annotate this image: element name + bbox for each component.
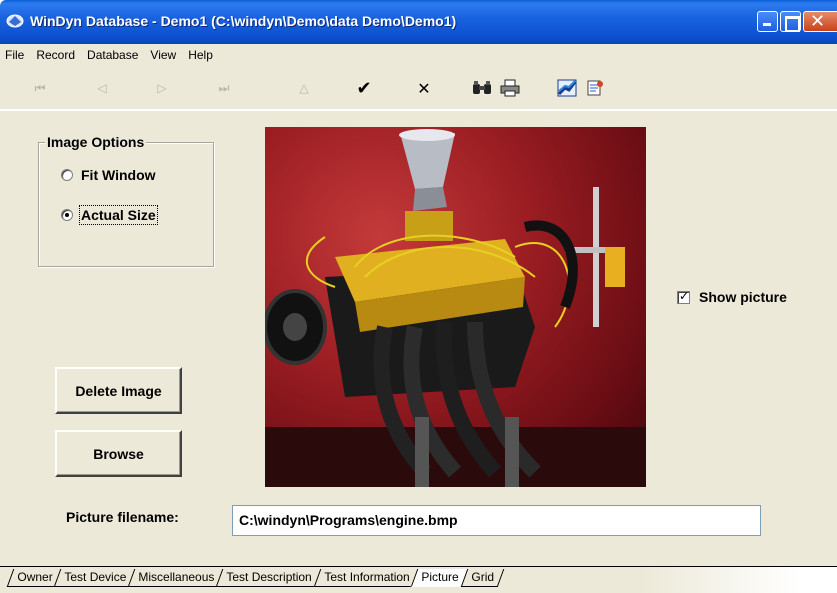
- next-record-icon[interactable]: ▷: [150, 76, 174, 100]
- tab-test-description-label: Test Description: [226, 570, 313, 584]
- minimize-button[interactable]: [757, 11, 778, 32]
- image-options-legend: Image Options: [45, 134, 147, 150]
- picture-filename-input[interactable]: C:\windyn\Programs\engine.bmp: [232, 505, 761, 536]
- menu-database[interactable]: Database: [87, 48, 138, 62]
- tab-grid[interactable]: Grid: [460, 569, 504, 587]
- app-icon: [6, 14, 24, 28]
- picture-panel: Image Options Fit Window Actual Size ✓ S…: [0, 111, 837, 566]
- close-icon: ✕: [810, 11, 826, 32]
- menu-view[interactable]: View: [150, 48, 176, 62]
- close-button[interactable]: ✕: [803, 11, 837, 32]
- find-binoculars-icon[interactable]: [470, 76, 494, 100]
- tab-miscellaneous-label: Miscellaneous: [138, 570, 215, 584]
- actual-size-label: Actual Size: [79, 205, 158, 225]
- toolbar: ⏮ ◁ ▷ ⏭ △ ✔ ✕: [0, 66, 837, 110]
- menu-help[interactable]: Help: [188, 48, 213, 62]
- tab-test-information[interactable]: Test Information: [313, 569, 419, 587]
- delete-image-button[interactable]: Delete Image: [55, 367, 182, 414]
- cancel-x-icon[interactable]: ✕: [412, 76, 436, 100]
- engine-image: [265, 129, 646, 487]
- window-title: WinDyn Database - Demo1 (C:\windyn\Demo\…: [30, 13, 457, 29]
- maximize-button[interactable]: [780, 11, 801, 32]
- tab-strip: Owner Test Device Miscellaneous Test Des…: [0, 566, 837, 593]
- tab-picture[interactable]: Picture: [410, 569, 468, 587]
- show-picture-option[interactable]: ✓ Show picture: [677, 289, 787, 305]
- picture-filename-label: Picture filename:: [66, 509, 179, 525]
- print-icon[interactable]: [498, 76, 522, 100]
- tab-test-device-label: Test Device: [64, 570, 127, 584]
- fit-window-option[interactable]: Fit Window: [61, 167, 156, 183]
- actual-size-radio[interactable]: [61, 209, 73, 221]
- browse-button[interactable]: Browse: [55, 430, 182, 477]
- show-picture-checkbox[interactable]: ✓: [677, 288, 690, 304]
- last-record-icon[interactable]: ⏭: [212, 76, 236, 100]
- title-bar[interactable]: WinDyn Database - Demo1 (C:\windyn\Demo\…: [0, 0, 837, 44]
- menu-bar: File Record Database View Help: [0, 44, 837, 66]
- menu-record[interactable]: Record: [36, 48, 75, 62]
- tab-picture-label: Picture: [421, 570, 459, 584]
- actual-size-option[interactable]: Actual Size: [61, 205, 158, 225]
- tab-miscellaneous[interactable]: Miscellaneous: [128, 569, 224, 587]
- first-record-icon[interactable]: ⏮: [28, 76, 52, 100]
- fit-window-radio[interactable]: [61, 169, 73, 181]
- confirm-check-icon[interactable]: ✔: [352, 76, 376, 100]
- fit-window-label: Fit Window: [81, 167, 156, 183]
- tab-owner-label: Owner: [17, 570, 53, 584]
- show-picture-label: Show picture: [699, 289, 787, 305]
- up-icon[interactable]: △: [292, 76, 316, 100]
- menu-file[interactable]: File: [5, 48, 24, 62]
- tab-test-information-label: Test Information: [324, 570, 410, 584]
- report-icon[interactable]: [583, 76, 607, 100]
- chart-icon[interactable]: [555, 76, 579, 100]
- engine-picture: [265, 127, 646, 487]
- checkmark-icon: ✓: [679, 288, 690, 303]
- tab-grid-label: Grid: [470, 570, 494, 584]
- tab-test-description[interactable]: Test Description: [216, 569, 322, 587]
- image-options-group: Image Options Fit Window Actual Size: [38, 134, 214, 267]
- prev-record-icon[interactable]: ◁: [90, 76, 114, 100]
- tab-test-device[interactable]: Test Device: [54, 569, 136, 587]
